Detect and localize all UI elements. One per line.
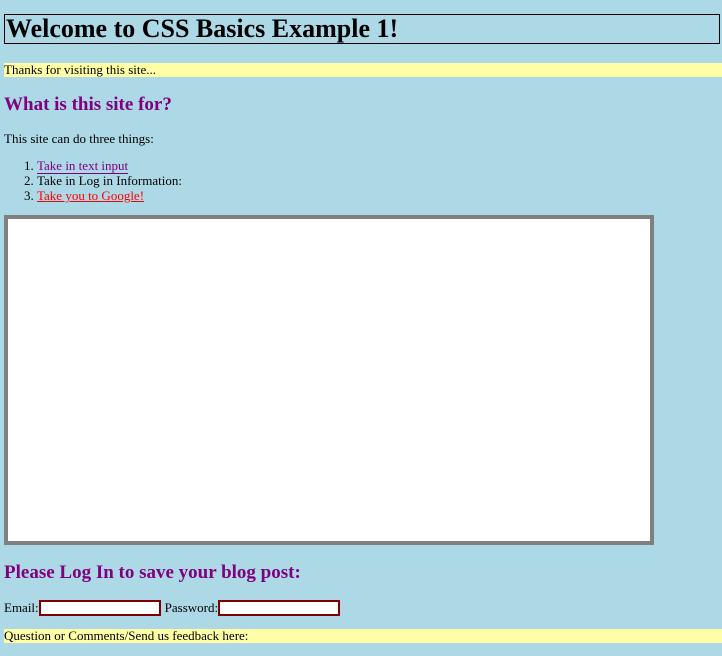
list-item: Take in text input — [37, 158, 182, 174]
login-heading: Please Log In to save your blog post: — [4, 562, 301, 583]
text-input-link[interactable]: Take in text input — [37, 158, 129, 174]
feedback-banner: Question or Comments/Send us feedback he… — [4, 629, 722, 643]
list-item: Take in Log in Information: — [37, 173, 182, 188]
google-link[interactable]: Take you to Google! — [37, 188, 144, 203]
password-field[interactable] — [218, 600, 341, 616]
list-item: Take you to Google! — [37, 188, 182, 203]
text-input-frame[interactable] — [4, 215, 654, 545]
features-list: Take in text input Take in Log in Inform… — [0, 158, 182, 203]
page-title: Welcome to CSS Basics Example 1! — [6, 14, 399, 43]
about-heading: What is this site for? — [4, 94, 172, 115]
login-form: Email: Password: — [4, 599, 342, 617]
welcome-banner: Thanks for visiting this site... — [4, 63, 722, 77]
password-label: Password: — [164, 600, 219, 615]
page-title-box: Welcome to CSS Basics Example 1! — [4, 14, 720, 44]
email-field[interactable] — [38, 600, 161, 616]
login-info-text: Take in Log in Information: — [37, 173, 182, 188]
page: Welcome to CSS Basics Example 1! Thanks … — [0, 0, 722, 656]
email-label: Email: — [4, 600, 39, 615]
about-intro: This site can do three things: — [4, 131, 154, 146]
